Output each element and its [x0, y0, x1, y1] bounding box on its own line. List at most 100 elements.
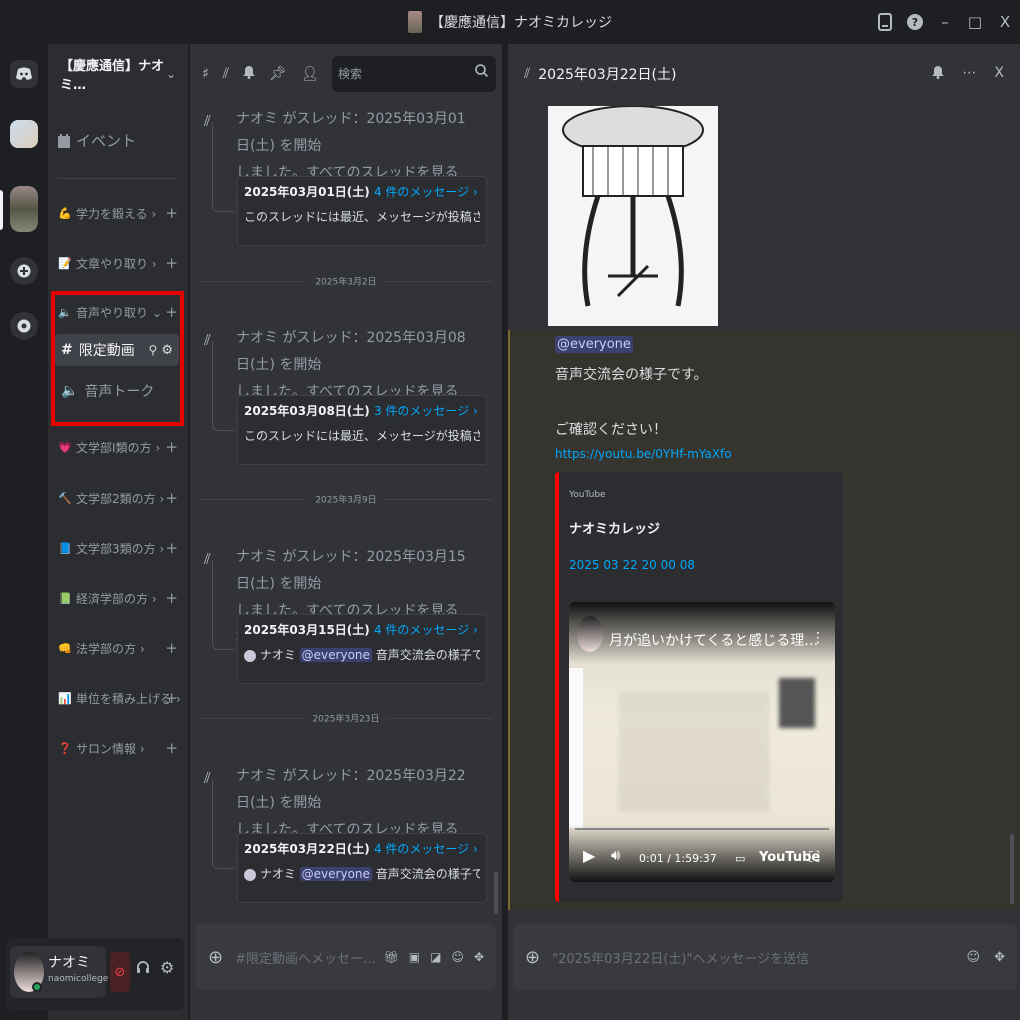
add-channel-icon[interactable]: + — [165, 539, 178, 557]
add-attachment-icon[interactable]: ⊕ — [525, 947, 540, 968]
minimize-icon[interactable]: – — [930, 13, 960, 31]
help-icon[interactable]: ? — [900, 13, 930, 31]
scrollbar[interactable] — [494, 872, 498, 914]
sticker-icon[interactable]: ◪ — [430, 950, 441, 964]
channel-avatar — [577, 616, 603, 652]
category-6[interactable]: 📗 経済学部の方 › + — [58, 585, 182, 611]
thread-stack-icon[interactable]: ⫽ — [223, 66, 229, 82]
add-attachment-icon[interactable]: ⊕ — [208, 947, 223, 968]
guild-header[interactable]: 【慶應通信】ナオミ… ⌄ — [48, 44, 188, 104]
category-0[interactable]: 💪 学力を鍛える › + — [58, 200, 182, 226]
category-4[interactable]: 🔨 文学部2類の方 › + — [58, 485, 182, 511]
avatar — [244, 868, 256, 881]
video-blurred-block — [779, 678, 815, 728]
explore-icon[interactable] — [10, 312, 38, 340]
add-channel-icon[interactable]: + — [165, 204, 178, 222]
thread-card[interactable]: 2025年03月01日(土) 4 件のメッセージ › このスレッドには最近、メッセ… — [237, 176, 487, 246]
server-thumbnail-icon — [408, 11, 422, 33]
add-channel-icon[interactable]: + — [165, 438, 178, 456]
thread-header: ⫽ 2025年03月22日(土) ⋯ X — [524, 65, 1004, 83]
user-panel: ナオミ naomicollege ⊘ ⚙ — [6, 938, 184, 1010]
composer-actions: 🎁︎ ▣ ◪ ☺ ✥ — [384, 950, 485, 964]
video-menu-icon[interactable]: ⋮ — [811, 630, 825, 646]
category-7[interactable]: 👊 法学部の方 › + — [58, 635, 182, 661]
embed-author[interactable]: ナオミカレッジ — [569, 518, 660, 537]
user-info[interactable]: ナオミ naomicollege — [10, 946, 108, 998]
add-channel-icon[interactable]: + — [165, 254, 178, 272]
more-options-icon[interactable]: ⋯ — [962, 65, 976, 83]
category-icon: 📗 — [58, 591, 72, 605]
gif-icon[interactable]: ▣ — [409, 950, 420, 964]
attached-illustration[interactable] — [548, 106, 718, 326]
date-divider: 2025年3月9日 — [200, 492, 492, 506]
add-channel-icon[interactable]: + — [165, 589, 178, 607]
captions-icon[interactable]: ▭ — [735, 852, 745, 865]
category-label: 文学部3類の方 › — [76, 541, 165, 556]
video-sidebar — [569, 668, 583, 828]
add-server-icon[interactable] — [10, 257, 38, 285]
category-1[interactable]: 📝 文章やり取り › + — [58, 250, 182, 276]
close-thread-icon[interactable]: X — [994, 65, 1004, 83]
category-8[interactable]: 📊 単位を積み上げる › + — [58, 685, 182, 711]
maximize-icon[interactable]: □ — [960, 13, 990, 31]
category-icon: ❓ — [58, 741, 72, 755]
user-settings-gear-icon[interactable]: ⚙ — [160, 958, 174, 977]
svg-text:?: ? — [912, 16, 918, 29]
emoji-icon[interactable]: ☺ — [451, 950, 464, 964]
separator — [58, 178, 178, 179]
video-time: 0:01 / 1:59:37 — [639, 852, 717, 865]
message-composer-right[interactable]: ⊕ "2025年03月22日(土)"へメッセージを送信 ☺ ✥ — [513, 924, 1017, 990]
message-line-1: 音声交流会の様子です。 — [555, 367, 708, 383]
category-icon: 📝 — [58, 256, 72, 270]
category-icon: 🔨 — [58, 491, 72, 505]
scrollbar-right[interactable] — [1010, 834, 1014, 904]
message-composer-left[interactable]: ⊕ #限定動画へメッセー… 🎁︎ ▣ ◪ ☺ ✥ — [196, 924, 496, 990]
thread-view-pane: ⫽ 2025年03月22日(土) ⋯ X @everyone 音声交流会の様子で… — [508, 44, 1020, 1020]
fullscreen-icon[interactable]: ⛶ — [809, 848, 820, 866]
thread-icon: ⫽ — [524, 66, 531, 82]
thread-card[interactable]: 2025年03月08日(土) 3 件のメッセージ › このスレッドには最近、メッセ… — [237, 395, 487, 465]
add-channel-icon[interactable]: + — [165, 689, 178, 707]
bell-icon[interactable] — [932, 65, 945, 83]
category-icon: 📘 — [58, 541, 72, 555]
volume-icon[interactable]: 🔊︎ — [611, 846, 620, 864]
category-5[interactable]: 📘 文学部3類の方 › + — [58, 535, 182, 561]
mute-mic-icon[interactable]: ⊘ — [110, 952, 130, 992]
add-channel-icon[interactable]: + — [165, 639, 178, 657]
play-icon[interactable]: ▶ — [583, 846, 595, 865]
pin-icon[interactable]: 📌︎ — [269, 66, 287, 82]
members-icon[interactable]: 👤︎ — [301, 66, 319, 82]
category-9[interactable]: ❓ サロン情報 › + — [58, 735, 182, 761]
video-progress[interactable] — [575, 828, 829, 830]
everyone-mention[interactable]: @everyone — [555, 336, 633, 353]
server-icon-active[interactable] — [10, 186, 38, 232]
category-label: 文学部2類の方 › — [76, 491, 165, 506]
category-3[interactable]: 💗 文学部Ⅰ類の方 › + — [58, 434, 182, 460]
thread-card[interactable]: 2025年03月15日(土) 4 件のメッセージ › ナオミ @everyone… — [237, 614, 487, 684]
apps-icon[interactable]: ✥ — [994, 950, 1005, 965]
embed-title[interactable]: 2025 03 22 20 00 08 — [569, 558, 695, 572]
emoji-icon[interactable]: ☺ — [967, 950, 981, 965]
category-label: 法学部の方 › — [76, 641, 145, 656]
youtube-link[interactable]: https://youtu.be/0YHf-mYaXfo — [555, 447, 732, 461]
threads-icon[interactable]: ♯ — [202, 66, 209, 82]
window-title: 【慶應通信】ナオミカレッジ — [408, 11, 612, 33]
video-player[interactable]: 月が追いかけてくると感じる理… ⋮ ▶ 🔊︎ 0:01 / 1:59:37 ▭ … — [569, 602, 835, 882]
apps-icon[interactable]: ✥ — [474, 950, 484, 964]
discord-home-icon[interactable] — [10, 60, 38, 88]
server-icon-1[interactable] — [10, 120, 38, 148]
add-channel-icon[interactable]: + — [165, 739, 178, 757]
events-item[interactable]: イベント — [58, 130, 136, 151]
thread-connector — [212, 779, 234, 869]
bell-icon[interactable] — [243, 65, 256, 83]
headphones-icon[interactable] — [136, 960, 150, 978]
thread-created-icon: ⫽ — [204, 331, 211, 349]
search-input[interactable]: 検索 — [332, 56, 496, 92]
gift-icon[interactable]: 🎁︎ — [384, 950, 399, 964]
category-label: 文章やり取り › — [76, 256, 157, 271]
thread-card[interactable]: 2025年03月22日(土) 4 件のメッセージ › ナオミ @everyone… — [237, 833, 487, 903]
add-channel-icon[interactable]: + — [165, 489, 178, 507]
calendar-icon — [58, 133, 70, 148]
inbox-icon[interactable] — [870, 13, 900, 31]
close-icon[interactable]: X — [990, 13, 1020, 31]
